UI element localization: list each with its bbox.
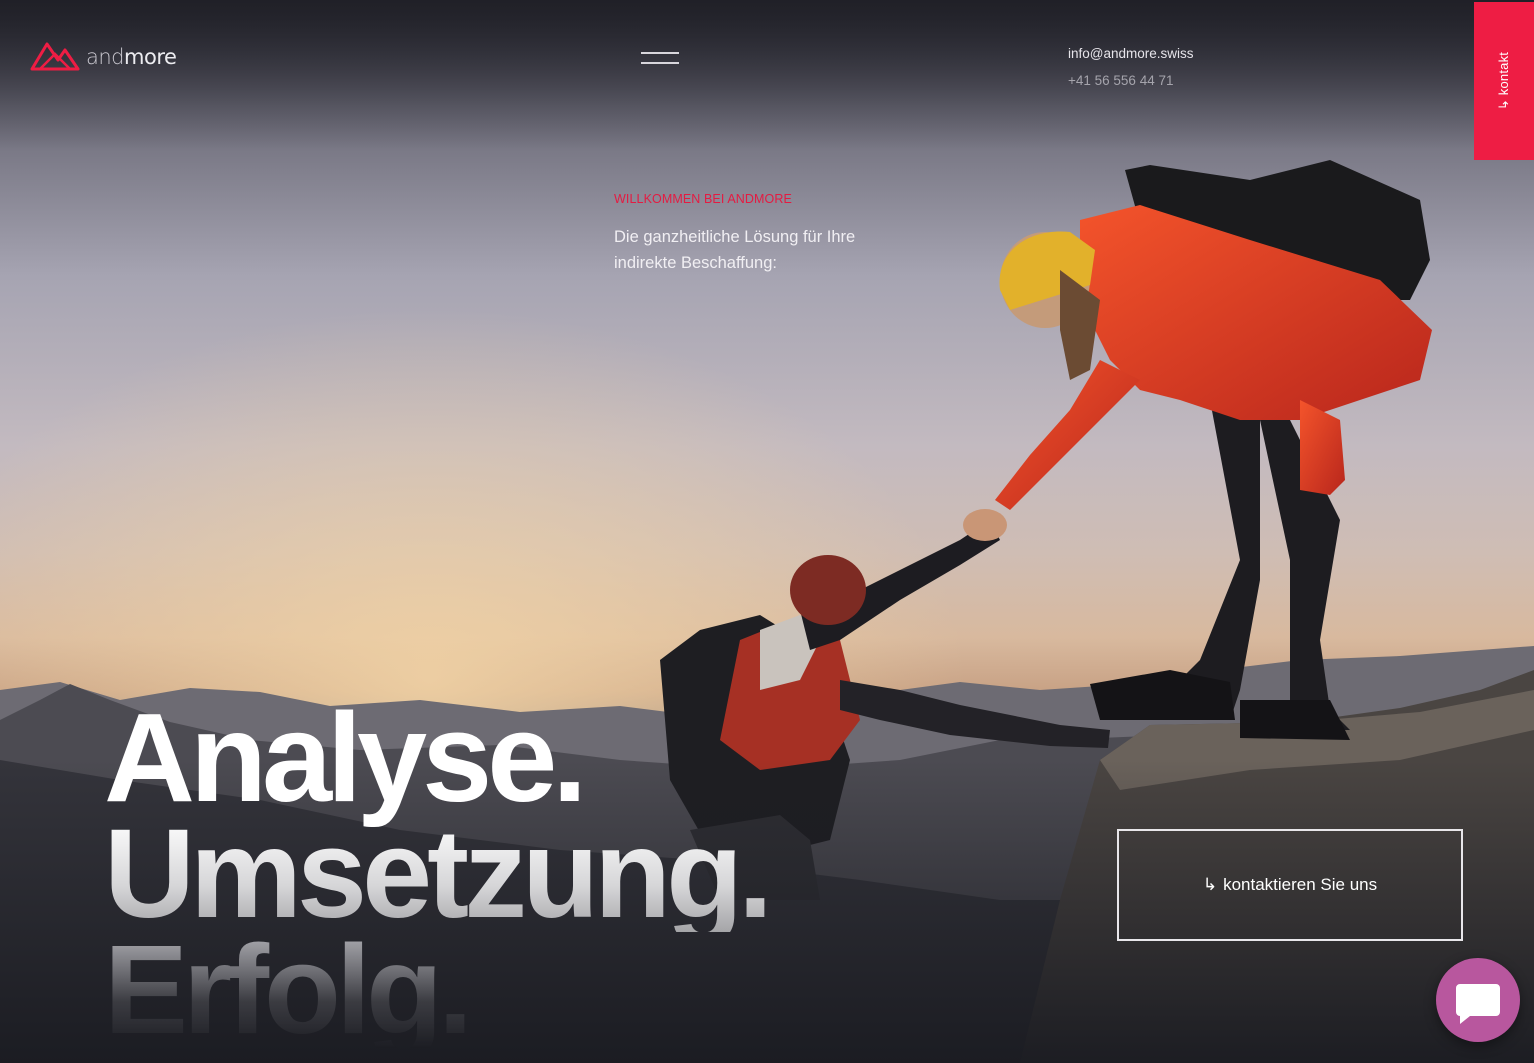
email-link[interactable]: info@andmore.swiss [1068,40,1194,67]
intro-text: Die ganzheitliche Lösung für Ihre indire… [614,228,856,272]
arrow-return-icon: ↳ [1202,875,1218,894]
headline-line-1: Analyse. [104,687,587,828]
headline-line-3: Erfolg. [104,927,768,1053]
contact-side-tab-label: ↳ kontakt [1496,51,1511,111]
welcome-eyebrow: WILLKOMMEN BEI ANDMORE [614,192,792,206]
phone-link[interactable]: +41 56 556 44 71 [1068,67,1194,94]
header-contact-info: info@andmore.swiss +41 56 556 44 71 [1068,40,1194,94]
brand-logo[interactable]: andmore [30,36,177,77]
hero-headline: Analyse. Umsetzung. Erfolg. [104,687,773,1053]
hamburger-menu-icon[interactable] [638,48,684,70]
brand-name-bold: more [124,44,177,69]
contact-us-label: kontaktieren Sie uns [1223,875,1378,894]
brand-wordmark: andmore [86,44,177,69]
contact-us-button[interactable]: ↳ kontaktieren Sie uns [1117,829,1463,941]
brand-name-light: and [86,44,125,69]
headline-line-2: Umsetzung. [104,803,773,944]
chat-widget-button[interactable] [1436,958,1520,1042]
contact-side-tab[interactable]: ↳ kontakt [1474,2,1534,160]
mountain-icon [30,36,80,77]
chat-bubble-icon [1456,984,1500,1024]
